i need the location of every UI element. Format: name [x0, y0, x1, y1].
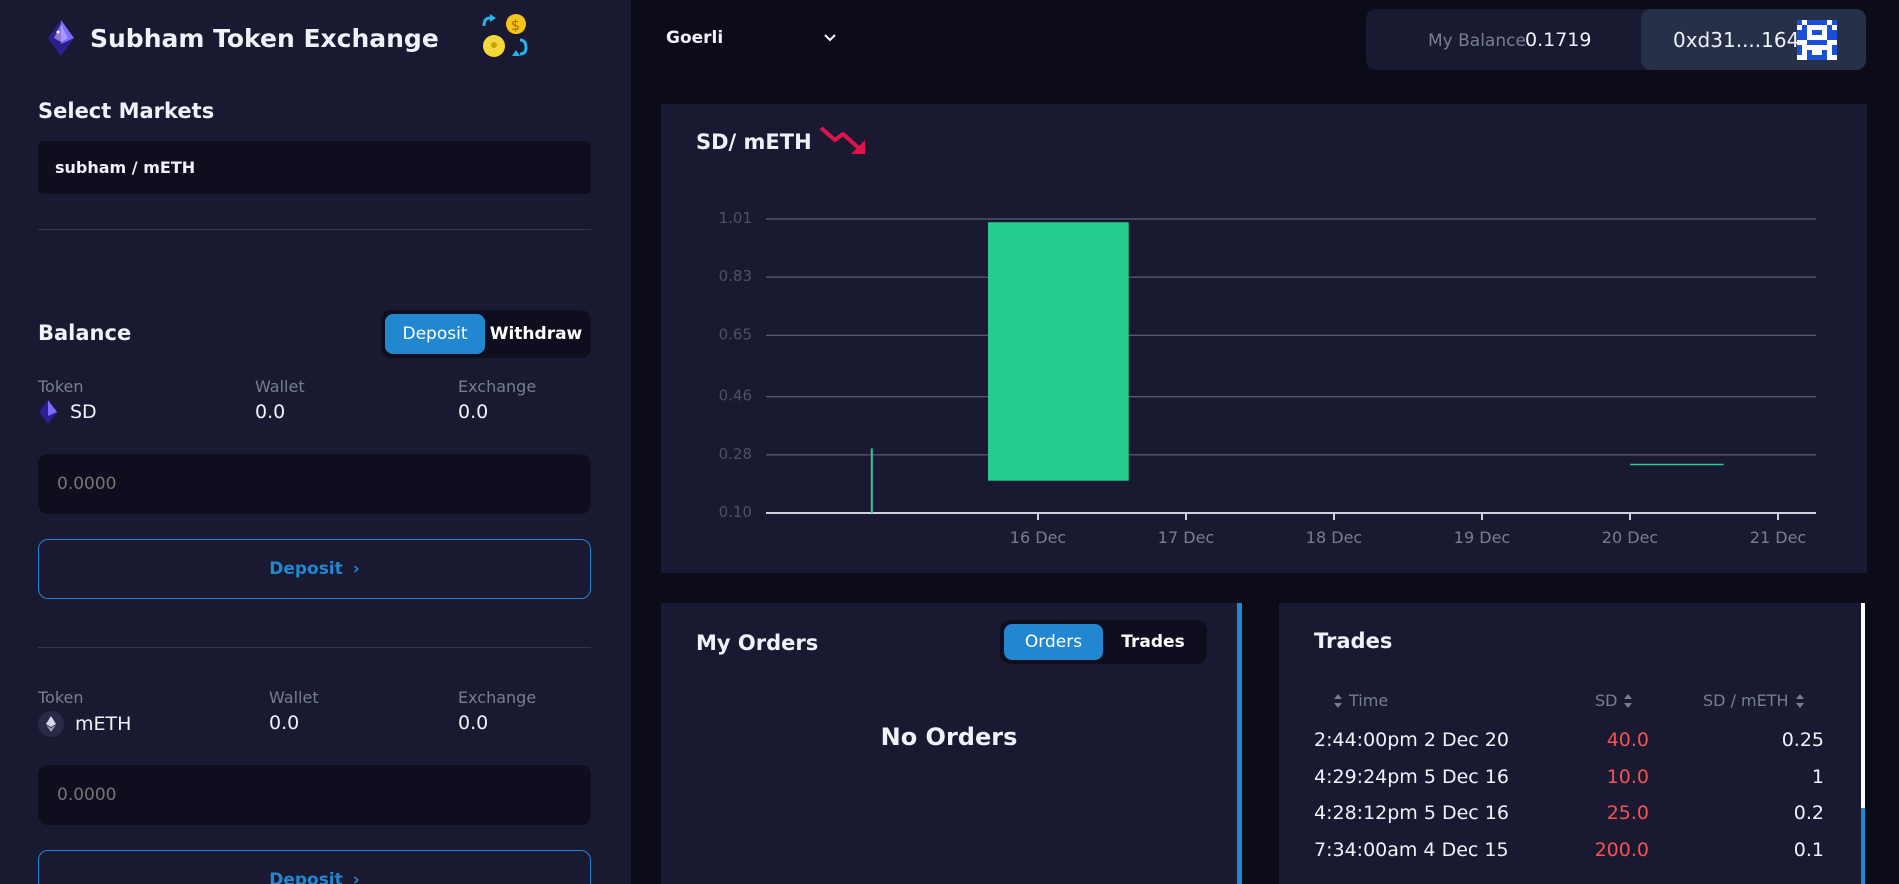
logo-icon [48, 20, 74, 56]
no-orders-text: No Orders [880, 723, 1018, 751]
my-balance-label: My Balance [1428, 31, 1526, 51]
sidebar: Subham Token Exchange $ Select Markets s… [0, 0, 631, 884]
x-tick-label: 20 Dec [1602, 528, 1658, 547]
exchange-label: Exchange [458, 688, 537, 707]
amount-input[interactable] [38, 765, 591, 825]
candle-body [988, 222, 1129, 481]
y-tick-label: 1.01 [719, 209, 752, 227]
y-tick-label: 0.10 [719, 503, 752, 521]
divider [38, 229, 591, 230]
candlestick-chart[interactable]: 1.01 0.83 0.65 0.46 0.28 0.10 16 Dec 17 Dec 18 D… [661, 104, 1867, 573]
y-tick-label: 0.46 [719, 387, 752, 405]
x-tick-label: 16 Dec [1010, 528, 1066, 547]
diamond-token-icon [39, 400, 57, 424]
y-tick-label: 0.28 [719, 445, 752, 463]
divider [38, 647, 591, 648]
scrollbar[interactable] [1861, 603, 1865, 884]
exchange-value: 0.0 [458, 712, 489, 734]
table-row: 4:28:12pm 5 Dec 16 25.0 0.2 [1314, 802, 1824, 838]
exchange-value: 0.0 [458, 401, 489, 423]
my-balance-value: 0.1719 [1525, 29, 1592, 51]
my-orders-heading: My Orders [696, 631, 819, 655]
deposit-button[interactable]: Deposit › [38, 850, 591, 884]
trade-time: 2:44:00pm 2 Dec 20 [1314, 729, 1509, 751]
column-label: SD [1595, 691, 1618, 710]
table-row: 2:44:00pm 2 Dec 20 40.0 0.25 [1314, 729, 1824, 765]
scrollbar-thumb[interactable] [1861, 808, 1865, 884]
column-label: Time [1349, 691, 1389, 710]
chevron-right-icon: › [352, 870, 360, 884]
price-chart-panel: SD/ mETH 1.01 0.83 0.65 0.46 0.28 0.10 16 Dec 1… [661, 104, 1867, 573]
table-row: 4:29:24pm 5 Dec 16 10.0 1 [1314, 766, 1824, 802]
wallet-value: 0.0 [269, 712, 300, 734]
account-address: 0xd31....1648 [1673, 28, 1813, 52]
column-label: SD / mETH [1703, 691, 1789, 710]
avatar [1797, 20, 1837, 60]
token-symbol: mETH [75, 713, 132, 735]
trade-amount: 40.0 [1606, 729, 1649, 751]
token-label: Token [38, 688, 84, 707]
withdraw-tab[interactable]: Withdraw [485, 314, 587, 354]
app-title: Subham Token Exchange [90, 23, 439, 53]
wallet-label: Wallet [255, 377, 305, 396]
x-tick-label: 19 Dec [1454, 528, 1510, 547]
token-sd: SD [38, 400, 97, 424]
y-tick-label: 0.83 [719, 267, 752, 285]
sort-icon [1624, 693, 1633, 708]
account-button[interactable]: 0xd31....1648 [1641, 9, 1866, 70]
trade-time: 7:34:00am 4 Dec 15 [1314, 839, 1509, 861]
trade-amount: 25.0 [1606, 802, 1649, 824]
deposit-button[interactable]: Deposit › [38, 539, 591, 599]
deposit-withdraw-toggle: Deposit Withdraw [381, 310, 591, 358]
column-header-price[interactable]: SD / mETH [1703, 691, 1811, 710]
orders-tab[interactable]: Orders [1004, 624, 1103, 660]
trade-price: 0.2 [1793, 802, 1824, 824]
trade-amount: 200.0 [1594, 839, 1649, 861]
token-symbol: SD [70, 401, 97, 423]
wallet-label: Wallet [269, 688, 319, 707]
deposit-button-label: Deposit [269, 559, 343, 579]
exchange-label: Exchange [458, 377, 537, 396]
trade-price: 1 [1811, 766, 1824, 788]
orders-trades-toggle: Orders Trades [1000, 620, 1207, 664]
amount-input[interactable] [38, 454, 591, 514]
trade-price: 0.25 [1781, 729, 1824, 751]
table-row: 7:34:00am 4 Dec 15 200.0 0.1 [1314, 839, 1824, 875]
select-markets-heading: Select Markets [38, 99, 215, 123]
x-tick-label: 17 Dec [1158, 528, 1214, 547]
trades-heading: Trades [1314, 629, 1393, 653]
trade-price: 0.1 [1793, 839, 1824, 861]
balance-heading: Balance [38, 321, 132, 345]
trades-panel: Trades Time SD SD / mETH 2:44:00pm 2 Dec… [1279, 603, 1865, 884]
x-tick-label: 18 Dec [1306, 528, 1362, 547]
token-swap-icon: $ [482, 14, 528, 57]
sort-icon [1334, 693, 1342, 708]
trade-time: 4:28:12pm 5 Dec 16 [1314, 802, 1509, 824]
trade-time: 4:29:24pm 5 Dec 16 [1314, 766, 1509, 788]
y-tick-label: 0.65 [719, 325, 752, 343]
chevron-right-icon: › [352, 559, 360, 579]
column-header-time[interactable]: Time [1327, 691, 1388, 710]
svg-text:$: $ [511, 18, 520, 34]
eth-icon [38, 711, 64, 737]
chevron-down-icon [824, 34, 836, 42]
token-meth: mETH [38, 711, 131, 737]
network-select[interactable]: Goerli [666, 28, 837, 48]
column-header-sd[interactable]: SD [1595, 691, 1639, 710]
trade-amount: 10.0 [1606, 766, 1649, 788]
sort-icon [1795, 693, 1804, 708]
deposit-button-label: Deposit [269, 870, 343, 884]
deposit-tab[interactable]: Deposit [385, 314, 485, 354]
x-tick-label: 21 Dec [1750, 528, 1806, 547]
trades-tab[interactable]: Trades [1103, 624, 1203, 660]
network-label: Goerli [666, 28, 724, 48]
wallet-value: 0.0 [255, 401, 286, 423]
brand: Subham Token Exchange [46, 20, 439, 56]
my-orders-panel: My Orders Orders Trades No Orders [661, 603, 1242, 884]
market-select[interactable]: subham / mETH [38, 141, 591, 194]
token-label: Token [38, 377, 84, 396]
